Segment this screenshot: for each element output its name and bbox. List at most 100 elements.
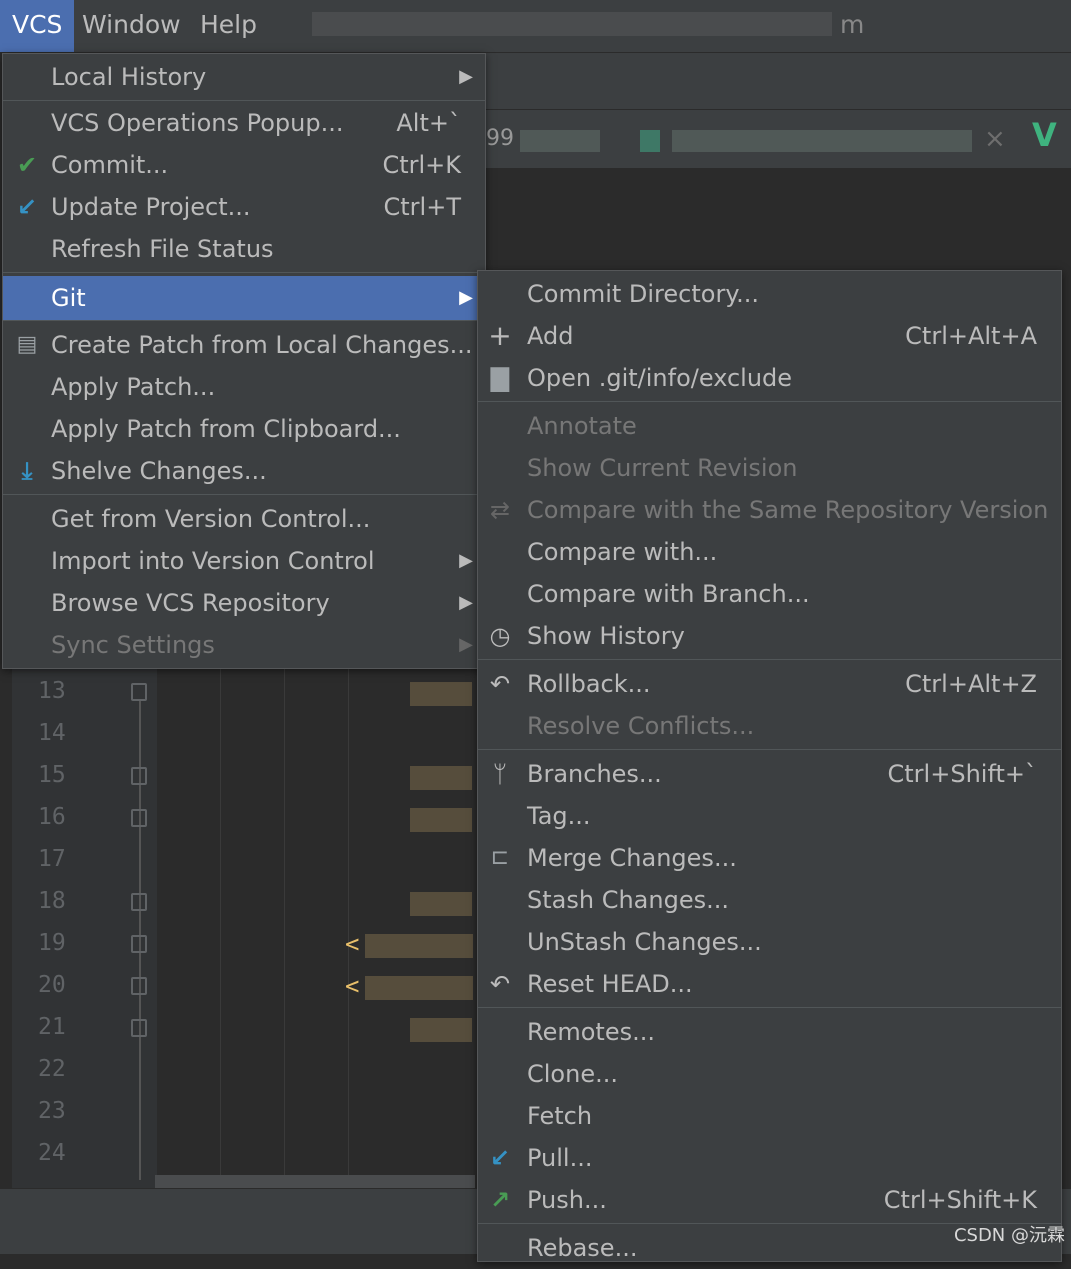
menu-separator <box>3 100 485 101</box>
menu-separator <box>3 272 485 273</box>
push-icon: ↗ <box>489 1186 511 1214</box>
menu-item-clone[interactable]: Clone... <box>478 1053 1061 1095</box>
menu-item-pull[interactable]: ↙ Pull... <box>478 1137 1061 1179</box>
menu-item-merge-changes[interactable]: ⊏ Merge Changes... <box>478 837 1061 879</box>
vcs-menu: Local History ▶ VCS Operations Popup... … <box>2 53 486 669</box>
menu-item-sync-settings: Sync Settings ▶ <box>3 624 485 666</box>
menu-item-commit[interactable]: ✔ Commit... Ctrl+K <box>3 144 485 186</box>
horizontal-scrollbar[interactable] <box>155 1175 475 1189</box>
menu-item-resolve-conflicts: Resolve Conflicts... <box>527 712 755 740</box>
menu-item-reset-head[interactable]: ↶ Reset HEAD... <box>478 963 1061 1005</box>
pull-icon: ↙ <box>489 1144 511 1172</box>
tab-title-blurred <box>672 130 972 152</box>
clock-icon: ◷ <box>489 622 511 650</box>
branch-icon: ᛘ <box>492 760 508 788</box>
submenu-arrow-icon: ▶ <box>459 634 473 655</box>
plus-icon: + <box>488 319 512 352</box>
menu-separator <box>478 749 1061 750</box>
line-number: 15 <box>38 762 66 788</box>
fold-marker[interactable] <box>131 977 147 995</box>
line-gutter <box>12 668 157 1188</box>
indent-guide <box>348 668 349 1188</box>
line-number: 22 <box>38 1056 66 1082</box>
line-number: 20 <box>38 972 66 998</box>
menu-item-shelve-changes[interactable]: ⤓ Shelve Changes... <box>3 450 485 492</box>
code-tag-bracket: < <box>345 972 360 1000</box>
menu-item-show-history[interactable]: ◷ Show History <box>478 615 1061 657</box>
menu-item-apply-patch-clipboard[interactable]: Apply Patch from Clipboard... <box>3 408 485 450</box>
menu-item-create-patch[interactable]: ▤ Create Patch from Local Changes... <box>3 324 485 366</box>
line-number: 17 <box>38 846 66 872</box>
watermark: CSDN @沅霖 <box>953 1225 1065 1246</box>
fold-marker[interactable] <box>131 1019 147 1037</box>
indent-guide <box>220 668 221 1188</box>
close-icon[interactable]: × <box>984 124 1006 154</box>
submenu-arrow-icon: ▶ <box>459 66 473 87</box>
menu-vcs[interactable]: VCS <box>0 0 75 52</box>
patch-icon: ▤ <box>16 332 38 357</box>
menu-item-browse-vcs-repository[interactable]: Browse VCS Repository ▶ <box>3 582 485 624</box>
code-blurred <box>410 766 472 790</box>
menu-item-add[interactable]: + Add Ctrl+Alt+A <box>478 315 1061 357</box>
fold-marker[interactable] <box>131 683 147 701</box>
line-number: 21 <box>38 1014 66 1040</box>
menu-item-local-history[interactable]: Local History ▶ <box>3 56 485 98</box>
line-number: 24 <box>38 1140 66 1166</box>
merge-icon: ⊏ <box>490 845 510 870</box>
tab-title-blurred <box>520 130 600 152</box>
menu-item-apply-patch[interactable]: Apply Patch... <box>3 366 485 408</box>
menu-item-compare-same-repo-version: ⇄ Compare with the Same Repository Versi… <box>478 489 1061 531</box>
menu-item-remotes[interactable]: Remotes... <box>478 1011 1061 1053</box>
file-type-icon <box>640 130 660 152</box>
tab-title-fragment: 99 <box>486 126 514 151</box>
code-blurred <box>365 976 473 1000</box>
menu-separator <box>478 401 1061 402</box>
menu-item-unstash-changes[interactable]: UnStash Changes... <box>478 921 1061 963</box>
menu-item-push[interactable]: ↗ Push... Ctrl+Shift+K <box>478 1179 1061 1221</box>
code-blurred <box>410 682 472 706</box>
indent-guide <box>284 668 285 1188</box>
line-number: 16 <box>38 804 66 830</box>
menu-item-refresh-file-status[interactable]: Refresh File Status <box>3 228 485 270</box>
fold-marker[interactable] <box>131 809 147 827</box>
menu-separator <box>478 659 1061 660</box>
check-icon: ✔ <box>16 151 38 179</box>
fold-marker[interactable] <box>131 893 147 911</box>
menu-item-compare-with-branch[interactable]: Compare with Branch... <box>478 573 1061 615</box>
submenu-arrow-icon: ▶ <box>459 550 473 571</box>
menu-item-fetch[interactable]: Fetch <box>478 1095 1061 1137</box>
menu-item-get-from-vcs[interactable]: Get from Version Control... <box>3 498 485 540</box>
menu-window[interactable]: Window <box>70 0 193 52</box>
menu-item-stash-changes[interactable]: Stash Changes... <box>478 879 1061 921</box>
code-blurred <box>410 1018 472 1042</box>
menu-item-vcs-operations-popup[interactable]: VCS Operations Popup... Alt+` <box>3 102 485 144</box>
menu-item-open-git-exclude[interactable]: ▇ Open .git/info/exclude <box>478 357 1061 399</box>
menu-item-branches[interactable]: ᛘ Branches... Ctrl+Shift+` <box>478 753 1061 795</box>
menu-item-tag[interactable]: Tag... <box>478 795 1061 837</box>
menu-item-update-project[interactable]: ↙ Update Project... Ctrl+T <box>3 186 485 228</box>
menu-item-rollback[interactable]: ↶ Rollback... Ctrl+Alt+Z <box>478 663 1061 705</box>
submenu-arrow-icon: ▶ <box>459 287 473 308</box>
compare-icon: ⇄ <box>489 496 511 524</box>
fold-marker[interactable] <box>131 935 147 953</box>
menu-item-commit-directory[interactable]: Commit Directory... <box>478 273 1061 315</box>
menu-item-compare-with[interactable]: Compare with... <box>478 531 1061 573</box>
line-number: 19 <box>38 930 66 956</box>
menu-item-import-into-vcs[interactable]: Import into Version Control ▶ <box>3 540 485 582</box>
menu-separator <box>3 320 485 321</box>
shelve-icon: ⤓ <box>21 457 33 485</box>
menu-item-annotate: Annotate <box>527 412 637 440</box>
code-blurred <box>410 808 472 832</box>
code-blurred <box>365 934 473 958</box>
fold-marker[interactable] <box>131 767 147 785</box>
line-number: 14 <box>38 720 66 746</box>
window-title-tail: m <box>840 10 865 39</box>
menu-item-show-current-revision: Show Current Revision <box>527 454 798 482</box>
menu-separator <box>478 1007 1061 1008</box>
menu-item-git[interactable]: Git ▶ <box>3 276 485 320</box>
submenu-arrow-icon: ▶ <box>459 592 473 613</box>
menu-help[interactable]: Help <box>188 0 269 52</box>
undo-icon: ↶ <box>489 670 511 698</box>
line-number: 18 <box>38 888 66 914</box>
code-blurred <box>410 892 472 916</box>
